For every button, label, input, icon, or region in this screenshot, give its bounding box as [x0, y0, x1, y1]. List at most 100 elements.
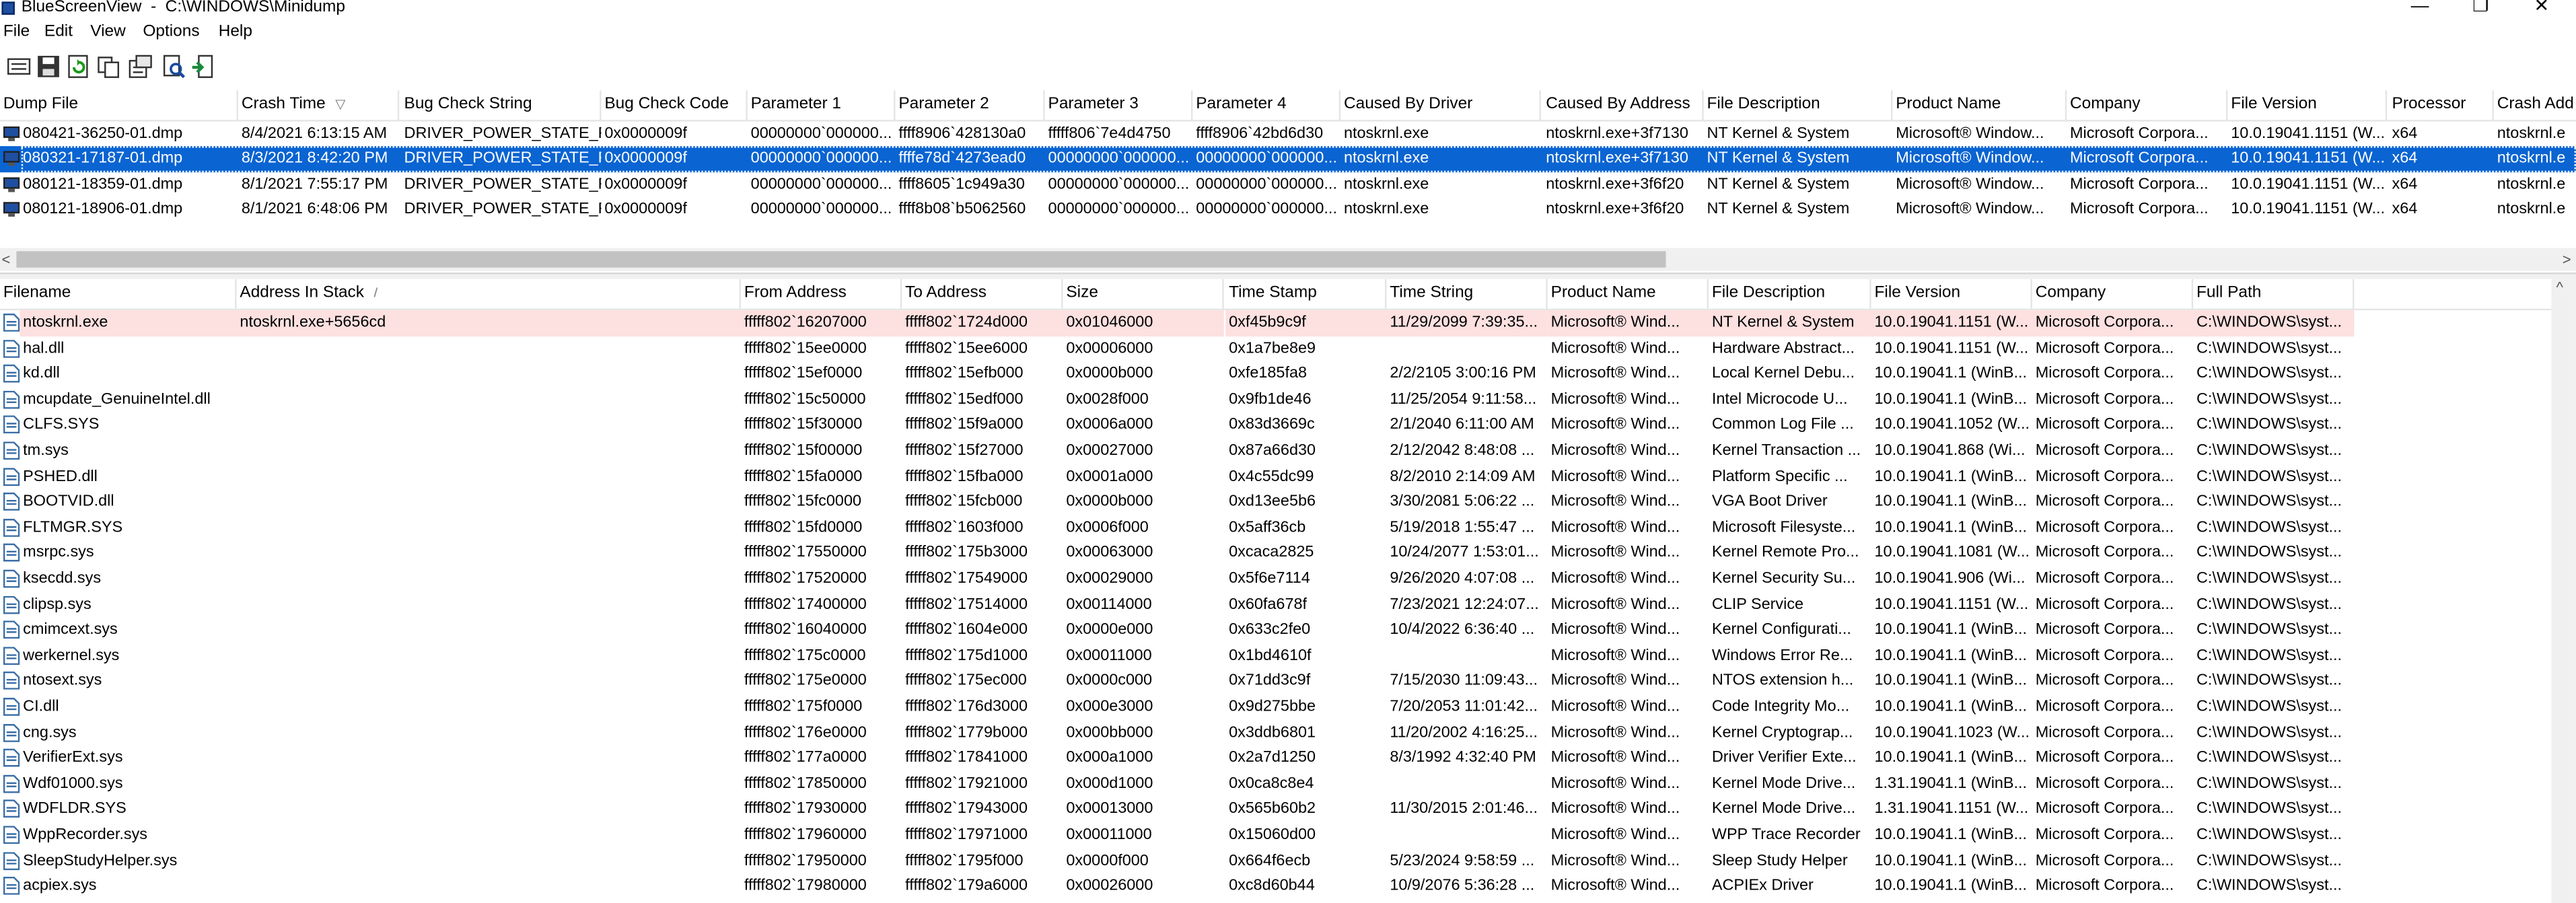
refresh-icon[interactable] [66, 55, 91, 79]
column-header-time-stamp[interactable]: Time Stamp [1225, 279, 1387, 309]
cell-size: 0x0000c000 [1066, 672, 1153, 690]
module-list-vscrollbar[interactable]: ^ [2551, 279, 2576, 903]
module-row[interactable]: Wdf01000.sys fffff802`17850000 fffff802`17… [0, 771, 2576, 797]
column-header-bug-check-string[interactable]: Bug Check String [401, 90, 602, 120]
dump-file-icon [3, 202, 20, 217]
column-header-crash-time[interactable]: Crash Time ▽ [238, 90, 400, 120]
cell-company: Microsoft Corpora... [2035, 339, 2174, 357]
column-header-filename[interactable]: Filename [0, 279, 237, 309]
column-header-caused-by-address[interactable]: Caused By Address [1542, 90, 1704, 120]
column-header-full-path[interactable]: Full Path [2193, 279, 2355, 309]
module-row[interactable]: CLFS.SYS fffff802`15f30000 fffff802`15f9a0… [0, 412, 2576, 438]
properties-icon[interactable] [128, 55, 153, 79]
module-row[interactable]: msrpc.sys fffff802`17550000 fffff802`175b3… [0, 541, 2576, 567]
dump-row[interactable]: 080421-36250-01.dmp 8/4/2021 6:13:15 AM DR… [0, 120, 2576, 146]
menu-view[interactable]: View [90, 23, 125, 41]
column-header-size[interactable]: Size [1063, 279, 1224, 309]
cell-to-address: fffff802`15edf000 [905, 390, 1024, 409]
column-header-file-version[interactable]: File Version [1871, 279, 2032, 309]
cell-from-address: fffff802`17930000 [744, 800, 867, 819]
maximize-button[interactable]: ❐ [2453, 0, 2509, 20]
module-row[interactable]: kd.dll fffff802`15ef0000 fffff802`15efb000… [0, 361, 2576, 387]
module-row[interactable]: SleepStudyHelper.sys fffff802`17950000 fff… [0, 848, 2576, 873]
cell-file-version: 10.0.19041.1 (WinB... [1874, 620, 2028, 639]
dump-row[interactable]: 080121-18906-01.dmp 8/1/2021 6:48:06 PM DR… [0, 198, 2576, 223]
minimize-button[interactable]: — [2392, 0, 2448, 20]
cell-file-description: Common Log File ... [1711, 416, 1854, 435]
module-row[interactable]: WDFLDR.SYS fffff802`17930000 fffff802`1794… [0, 797, 2576, 822]
column-header-parameter-4[interactable]: Parameter 4 [1192, 90, 1341, 120]
module-row[interactable]: mcupdate_GenuineIntel.dll fffff802`15c500… [0, 387, 2576, 412]
column-header-bug-check-code[interactable]: Bug Check Code [602, 90, 748, 120]
column-header-company[interactable]: Company [2067, 90, 2228, 120]
cell-file-version: 10.0.19041.1 (WinB... [1874, 851, 2028, 870]
column-header-crash-add[interactable]: Crash Add [2494, 90, 2576, 120]
column-header-file-description[interactable]: File Description [1709, 279, 1871, 309]
column-header-parameter-3[interactable]: Parameter 3 [1045, 90, 1193, 120]
cell-address-in-stack [237, 694, 741, 720]
hscroll-thumb[interactable] [16, 251, 1666, 268]
dump-row[interactable]: 080321-17187-01.dmp 8/3/2021 8:42:20 PM DR… [0, 146, 2576, 172]
column-header-file-description[interactable]: File Description [1704, 90, 1893, 120]
module-row[interactable]: hal.dll fffff802`15ee0000 fffff802`15ee600… [0, 336, 2576, 361]
menu-edit[interactable]: Edit [44, 23, 73, 41]
module-row[interactable]: CI.dll fffff802`175f0000 fffff802`176d3000… [0, 694, 2576, 720]
menu-help[interactable]: Help [219, 23, 252, 41]
module-row[interactable]: clipsp.sys fffff802`17400000 fffff802`1751… [0, 592, 2576, 618]
cell-dump-file: 080421-36250-01.dmp [23, 124, 183, 143]
module-row[interactable]: ksecdd.sys fffff802`17520000 fffff802`1754… [0, 567, 2576, 592]
cell-company: Microsoft Corpora... [2035, 595, 2174, 614]
menu-file[interactable]: File [3, 23, 30, 41]
cell-time-stamp: 0x664f6ecb [1229, 851, 1311, 870]
exit-icon[interactable] [190, 55, 215, 79]
html-report-icon[interactable] [7, 55, 32, 79]
dump-row[interactable]: 080121-18359-01.dmp 8/1/2021 7:55:17 PM DR… [0, 172, 2576, 197]
column-header-parameter-2[interactable]: Parameter 2 [896, 90, 1045, 120]
scroll-right-icon[interactable]: > [2563, 248, 2571, 270]
module-row[interactable]: acpiex.sys fffff802`17980000 fffff802`179a… [0, 874, 2576, 900]
module-row[interactable]: WppRecorder.sys fffff802`17960000 fffff802… [0, 822, 2576, 848]
scroll-up-icon[interactable]: ^ [2556, 279, 2563, 295]
column-header-dump-file[interactable]: Dump File [0, 90, 238, 120]
cell-size: 0x00114000 [1066, 595, 1152, 614]
column-header-company[interactable]: Company [2032, 279, 2194, 309]
module-row[interactable]: werkernel.sys fffff802`175c0000 fffff802`1… [0, 643, 2576, 669]
save-icon[interactable] [36, 55, 61, 79]
module-row[interactable]: FLTMGR.SYS fffff802`15fd0000 fffff802`1603… [0, 515, 2576, 541]
column-header-product-name[interactable]: Product Name [1548, 279, 1709, 309]
dump-list-hscrollbar[interactable]: < > [0, 248, 2576, 271]
module-row[interactable]: ntosext.sys fffff802`175e0000 fffff802`175… [0, 669, 2576, 694]
menu-options[interactable]: Options [143, 23, 199, 41]
column-header-file-version[interactable]: File Version [2227, 90, 2388, 120]
cell-company: Microsoft Corpora... [2035, 749, 2174, 767]
cell-time-string [1386, 771, 1547, 797]
module-row[interactable]: PSHED.dll fffff802`15fa0000 fffff802`15fba… [0, 464, 2576, 490]
module-row[interactable]: tm.sys fffff802`15f00000 fffff802`15f27000… [0, 438, 2576, 464]
column-header-product-name[interactable]: Product Name [1892, 90, 2067, 120]
module-row[interactable]: VerifierExt.sys fffff802`177a0000 fffff802… [0, 746, 2576, 771]
cell-from-address: fffff802`175f0000 [744, 698, 863, 716]
column-header-parameter-1[interactable]: Parameter 1 [748, 90, 896, 120]
module-row[interactable]: cng.sys fffff802`176e0000 fffff802`1779b00… [0, 720, 2576, 746]
find-icon[interactable] [161, 55, 186, 79]
module-row[interactable]: BOOTVID.dll fffff802`15fc0000 fffff802`15f… [0, 490, 2576, 515]
copy-icon[interactable] [97, 55, 122, 79]
module-row[interactable]: ntoskrnl.exe ntoskrnl.exe+5656cd fffff802`… [0, 310, 2576, 336]
cell-file-description: NT Kernel & System [1707, 201, 1850, 219]
scroll-left-icon[interactable]: < [1, 248, 10, 270]
column-header-time-string[interactable]: Time String [1386, 279, 1548, 309]
column-header-from-address[interactable]: From Address [741, 279, 902, 309]
column-header-address-in-stack[interactable]: Address In Stack / [237, 279, 742, 309]
cell-time-stamp: 0x0ca8c8e4 [1229, 774, 1314, 793]
cell-filename: SleepStudyHelper.sys [23, 851, 178, 870]
cell-filename: ntoskrnl.exe [20, 310, 237, 336]
close-button[interactable]: ✕ [2513, 0, 2569, 20]
cell-time-string: 2/1/2040 6:11:00 AM [1390, 416, 1534, 435]
module-row[interactable]: cmimcext.sys fffff802`16040000 fffff802`16… [0, 618, 2576, 643]
column-header-caused-by-driver[interactable]: Caused By Driver [1340, 90, 1541, 120]
cell-to-address: fffff802`175b3000 [905, 544, 1028, 563]
column-header-processor[interactable]: Processor [2389, 90, 2494, 120]
column-header-to-address[interactable]: To Address [902, 279, 1063, 309]
cell-caused-by-address: ntoskrnl.exe+3f6f20 [1546, 175, 1684, 194]
cell-full-path: C:\WINDOWS\syst... [2196, 595, 2342, 614]
